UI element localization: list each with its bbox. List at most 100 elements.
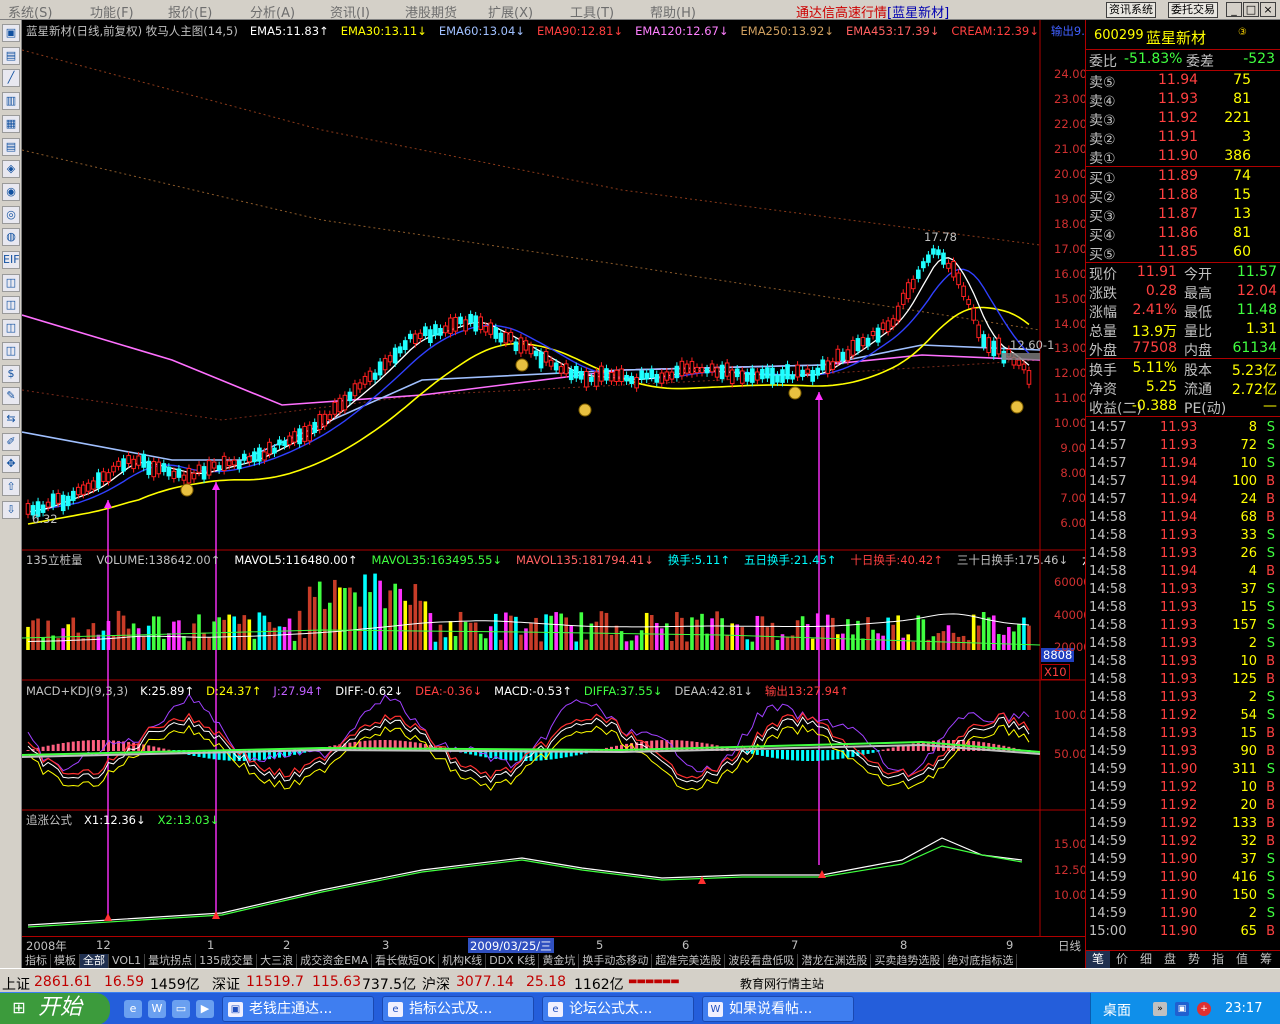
indicator-tab[interactable]: 大三浪 xyxy=(257,954,298,968)
toolbar-tool-icon[interactable]: ◫ xyxy=(2,273,20,292)
toolbar-tool-icon[interactable]: ⇆ xyxy=(2,409,20,428)
price-axis-label: 12.00 xyxy=(1054,366,1087,381)
show-desktop-icon[interactable]: ▭ xyxy=(172,1000,190,1018)
ask-price: 11.94 xyxy=(1158,72,1199,88)
toolbar-tool-icon[interactable]: ✎ xyxy=(2,387,20,406)
ie-icon[interactable]: e xyxy=(124,1000,142,1018)
network-icon[interactable]: ▣ xyxy=(1175,1002,1189,1016)
indicator-tab[interactable]: 潜龙在渊选股 xyxy=(798,954,872,968)
candle-body xyxy=(468,313,473,324)
volume-bar xyxy=(333,579,337,650)
security-icon[interactable]: + xyxy=(1197,1002,1211,1016)
maximize-icon[interactable]: □ xyxy=(1243,2,1259,17)
minimize-icon[interactable]: _ xyxy=(1226,2,1242,17)
period-button[interactable]: 日线 xyxy=(1058,938,1081,954)
ask-row[interactable]: 卖③ 11.92 221 xyxy=(1086,109,1280,129)
toolbar-tool-icon[interactable]: ▣ xyxy=(2,24,20,42)
ask-row[interactable]: 卖⑤ 11.94 75 xyxy=(1086,71,1280,91)
toolbar-tool-icon[interactable]: ◫ xyxy=(2,296,20,315)
indicator-tab[interactable]: 超准完美选股 xyxy=(652,954,726,968)
expand-tray-icon[interactable]: » xyxy=(1153,1002,1167,1016)
right-tab[interactable]: 价 xyxy=(1110,951,1134,968)
indicator-tab[interactable]: 成交资金EMA xyxy=(297,954,373,968)
word-icon[interactable]: W xyxy=(148,1000,166,1018)
bid-row[interactable]: 买④ 11.86 81 xyxy=(1086,224,1280,244)
indicator-tab[interactable]: 波段看盘低吸 xyxy=(725,954,799,968)
toolbar-tool-icon[interactable]: ✐ xyxy=(2,432,20,451)
toolbar-tool-icon[interactable]: ⇧ xyxy=(2,478,20,496)
toolbar-tool-icon[interactable]: ╱ xyxy=(2,69,20,88)
toolbar-tool-icon[interactable]: EIF xyxy=(2,251,20,269)
right-tab[interactable]: 值 xyxy=(1230,951,1254,968)
ask-row[interactable]: 卖① 11.90 386 xyxy=(1086,147,1280,167)
bid-row[interactable]: 买① 11.89 74 xyxy=(1086,167,1280,187)
right-tab[interactable]: 势 xyxy=(1182,951,1206,968)
indicator-tab[interactable]: 指标 xyxy=(22,954,51,968)
indicator-tab[interactable]: 量坑拐点 xyxy=(145,954,197,968)
indicator-tab[interactable]: DDX K线 xyxy=(486,954,540,968)
ask-row[interactable]: 卖② 11.91 3 xyxy=(1086,128,1280,148)
volume-bar xyxy=(222,619,226,650)
bid-row[interactable]: 买⑤ 11.85 60 xyxy=(1086,243,1280,263)
menu-tools[interactable]: 工具(T) xyxy=(570,2,614,21)
indicator-tab[interactable]: 绝对底指标选 xyxy=(944,954,1018,968)
right-tab[interactable]: 笔 xyxy=(1086,951,1110,968)
taskbar-window-2[interactable]: e 指标公式及... xyxy=(382,996,534,1022)
toolbar-tool-icon[interactable]: ◎ xyxy=(2,205,20,224)
toolbar-tool-icon[interactable]: ◉ xyxy=(2,182,20,201)
toolbar-tool-icon[interactable]: ⇩ xyxy=(2,500,20,519)
menu-system[interactable]: 系统(S) xyxy=(8,2,52,21)
indicator-tab[interactable]: 黄金坑 xyxy=(539,954,580,968)
toolbar-tool-icon[interactable]: ◫ xyxy=(2,319,20,338)
news-system-button[interactable]: 资讯系统 xyxy=(1106,2,1156,18)
indicator-tab[interactable]: 换手动态移动 xyxy=(579,954,653,968)
candle-body xyxy=(478,316,483,330)
desktop-toolbar[interactable]: 桌面 xyxy=(1103,1000,1131,1020)
candle-body xyxy=(216,465,222,471)
right-tab[interactable]: 细 xyxy=(1134,951,1158,968)
fundamental-row: 换手 5.11% 股本 5.23亿 xyxy=(1086,359,1280,379)
toolbar-tool-icon[interactable]: ▤ xyxy=(2,137,20,156)
indicator-tab[interactable]: 全部 xyxy=(80,954,109,968)
tick-price: 11.92 xyxy=(1160,816,1198,831)
indicator-tab[interactable]: 机构K线 xyxy=(439,954,487,968)
toolbar-tool-icon[interactable]: ▦ xyxy=(2,114,20,133)
indicator-tab[interactable]: 模板 xyxy=(51,954,80,968)
menu-hk-futures[interactable]: 港股期货 xyxy=(405,2,457,21)
indicator-tab[interactable]: VOL1 xyxy=(109,954,146,968)
menu-analysis[interactable]: 分析(A) xyxy=(250,2,295,21)
menu-function[interactable]: 功能(F) xyxy=(90,2,134,21)
menu-help[interactable]: 帮助(H) xyxy=(650,2,696,21)
indicator-tab[interactable]: 135成交量 xyxy=(196,954,258,968)
ask-row[interactable]: 卖④ 11.93 81 xyxy=(1086,90,1280,110)
toolbar-tool-icon[interactable]: $ xyxy=(2,364,20,383)
toolbar-tool-icon[interactable]: ▤ xyxy=(2,46,20,65)
indicator-tab[interactable]: 买卖趋势选股 xyxy=(871,954,945,968)
kline-chart[interactable] xyxy=(22,20,1085,938)
toolbar-tool-icon[interactable]: ◍ xyxy=(2,228,20,247)
bid-row[interactable]: 买③ 11.87 13 xyxy=(1086,205,1280,225)
chart-area[interactable]: 蓝星新材(日线,前复权) 牧马人主图(14,5) EMA5:11.83↑ EMA30… xyxy=(22,20,1117,938)
trade-button[interactable]: 委托交易 xyxy=(1168,2,1218,18)
toolbar-tool-icon[interactable]: ◫ xyxy=(2,341,20,360)
toolbar-tool-icon[interactable]: ✥ xyxy=(2,455,20,474)
toolbar-tool-icon[interactable]: ▥ xyxy=(2,92,20,111)
right-tab[interactable]: 筹 xyxy=(1254,951,1278,968)
menu-extend[interactable]: 扩展(X) xyxy=(488,2,533,21)
indicator-value: MAVOL35:163495.55↓ xyxy=(371,553,503,567)
close-icon[interactable]: × xyxy=(1260,2,1276,17)
server-site[interactable]: 教育网行情主站 xyxy=(740,975,824,992)
taskbar-window-4[interactable]: W 如果说看帖... xyxy=(702,996,854,1022)
media-icon[interactable]: ▶ xyxy=(196,1000,214,1018)
menu-quote[interactable]: 报价(E) xyxy=(168,2,212,21)
bid-row[interactable]: 买② 11.88 15 xyxy=(1086,186,1280,206)
start-button[interactable]: ⊞ 开始 xyxy=(0,993,110,1024)
menu-news[interactable]: 资讯(I) xyxy=(330,2,370,21)
toolbar-tool-icon[interactable]: ◈ xyxy=(2,160,20,179)
right-tab[interactable]: 盘 xyxy=(1158,951,1182,968)
bid-volume: 81 xyxy=(1233,225,1251,241)
right-tab[interactable]: 指 xyxy=(1206,951,1230,968)
taskbar-window-3[interactable]: e 论坛公式太... xyxy=(542,996,694,1022)
indicator-tab[interactable]: 看长做短OK xyxy=(372,954,439,968)
taskbar-window-1[interactable]: ▣ 老钱庄通达... xyxy=(222,996,374,1022)
